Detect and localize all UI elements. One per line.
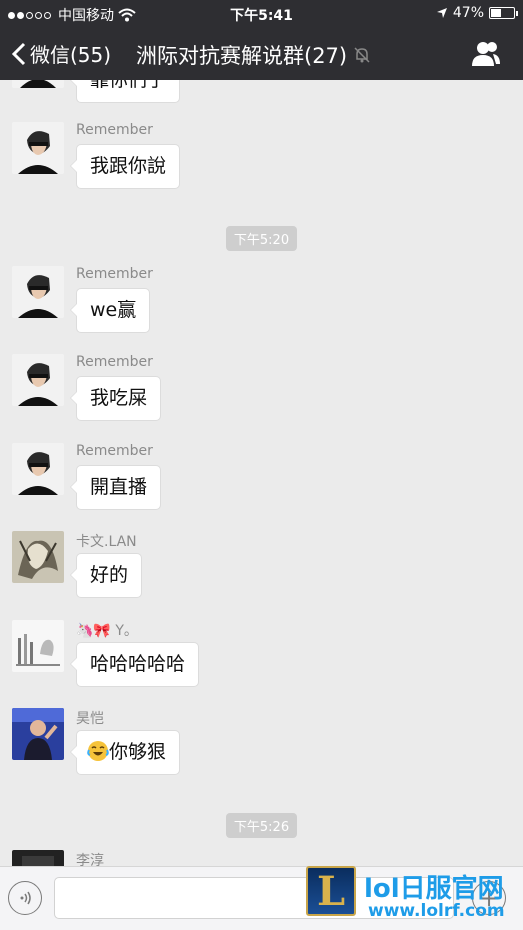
battery-fill — [491, 9, 502, 17]
message-item: Remember 開直播 — [12, 443, 502, 515]
avatar[interactable] — [12, 708, 64, 760]
chevron-left-icon — [12, 42, 26, 65]
message-bubble[interactable]: 哈哈哈哈哈 — [69, 642, 200, 687]
sender-name: 卡文.LAN — [76, 534, 137, 550]
sender-name: Remember — [76, 354, 153, 370]
chat-title: 洲际对抗赛解说群(27) — [136, 40, 371, 70]
voice-input-button[interactable] — [8, 881, 42, 915]
laughing-crying-emoji-icon — [87, 741, 109, 761]
mute-bell-icon — [354, 47, 370, 63]
voice-wave-icon — [20, 891, 31, 905]
time-divider-label: 下午5:26 — [225, 813, 298, 838]
message-item: 卡文.LAN 好的 — [12, 531, 502, 603]
avatar[interactable] — [12, 266, 64, 318]
time-divider: 下午5:20 — [0, 226, 523, 251]
back-button[interactable]: 微信(55) — [12, 39, 111, 68]
chat-title-text: 洲际对抗赛解说群(27) — [136, 44, 348, 68]
message-bubble[interactable]: 我跟你說 — [69, 144, 181, 189]
avatar[interactable] — [12, 354, 64, 406]
group-info-icon[interactable] — [471, 40, 501, 68]
sender-name: Remember — [76, 443, 153, 459]
watermark-url: www.lolrf.com — [368, 901, 505, 921]
location-arrow-icon — [436, 8, 447, 18]
message-item: 🦄🎀 Y。 哈哈哈哈哈 — [12, 620, 502, 692]
message-item: 靠你们了 — [12, 80, 502, 106]
avatar[interactable] — [12, 620, 64, 672]
avatar[interactable] — [12, 80, 64, 88]
time-divider-label: 下午5:20 — [225, 226, 298, 251]
avatar[interactable] — [12, 531, 64, 583]
sender-name: Remember — [76, 122, 153, 138]
watermark-title: lol日服官网 — [364, 874, 504, 904]
battery-group: 47% — [436, 5, 518, 21]
message-bubble[interactable]: we赢 — [69, 288, 151, 333]
message-bubble[interactable]: 我吃屎 — [69, 376, 162, 421]
message-item: Remember we赢 — [12, 266, 502, 338]
status-bar: 中国移动 下午5:41 47% — [0, 0, 523, 28]
battery-icon — [489, 7, 518, 19]
avatar[interactable] — [12, 122, 64, 174]
nav-bar: 微信(55) 洲际对抗赛解说群(27) — [0, 28, 523, 80]
avatar[interactable] — [12, 443, 64, 495]
message-bubble[interactable]: 靠你们了 — [69, 80, 181, 103]
sender-name-text: Y。 — [115, 623, 138, 639]
message-item: Remember 我跟你說 — [12, 122, 502, 194]
message-item: Remember 我吃屎 — [12, 354, 502, 426]
message-item: 昊恺 你够狠 — [12, 708, 502, 780]
message-bubble[interactable]: 好的 — [69, 553, 143, 598]
time-divider: 下午5:26 — [0, 813, 523, 838]
back-label: 微信(55) — [30, 43, 112, 67]
message-bubble[interactable]: 你够狠 — [69, 730, 181, 775]
site-watermark: L lol日服官网 www.lolrf.com — [306, 866, 523, 926]
message-text: 你够狠 — [109, 741, 167, 763]
sender-name: 🦄🎀 Y。 — [76, 620, 138, 640]
sender-name: 昊恺 — [76, 711, 104, 727]
message-bubble[interactable]: 開直播 — [69, 465, 162, 510]
sender-name: 李淳 — [76, 853, 104, 866]
chat-area[interactable]: 靠你们了 Remember 我跟你說 下午5:20 Remember we赢 R… — [0, 80, 523, 866]
battery-percent: 47% — [452, 5, 484, 21]
message-item: 李淳 — [12, 850, 502, 866]
sender-name: Remember — [76, 266, 153, 282]
logo-letter: L — [316, 867, 346, 915]
avatar[interactable] — [12, 850, 64, 866]
unicorn-bow-emoji-icon: 🦄🎀 — [76, 623, 111, 639]
league-logo-icon: L — [306, 866, 356, 916]
